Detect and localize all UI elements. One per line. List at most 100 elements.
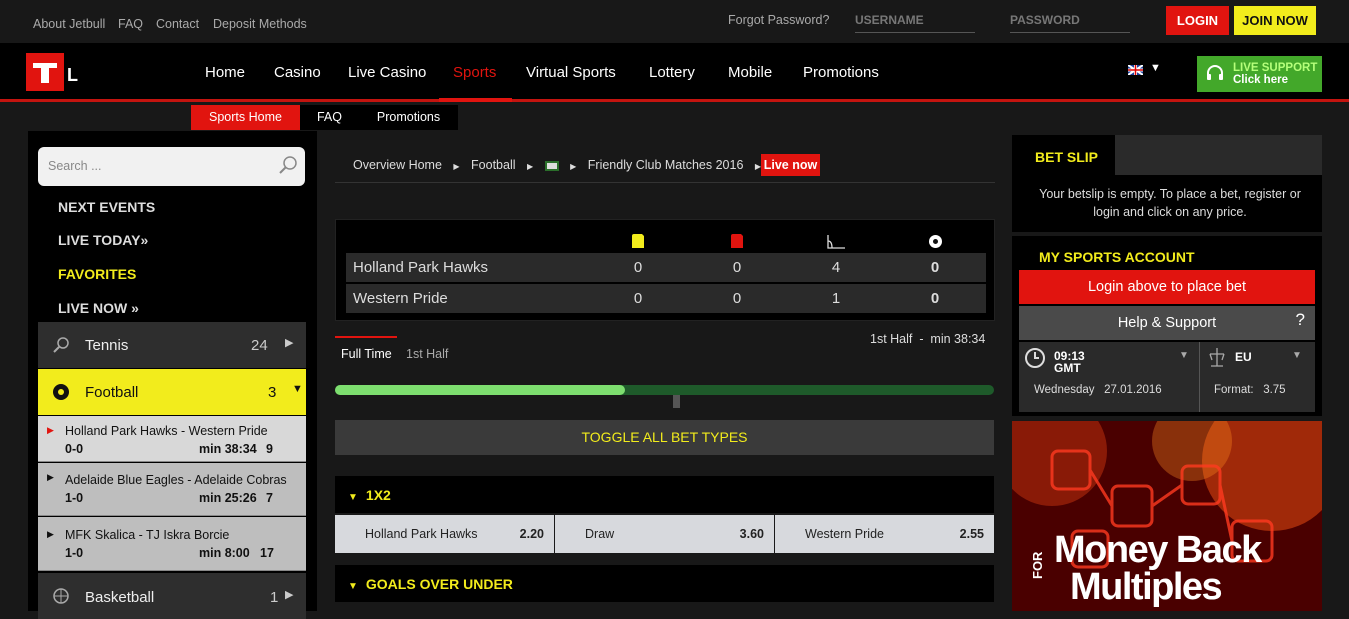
yellow-cards: 0	[633, 290, 643, 307]
subnav-promotions[interactable]: Promotions	[359, 105, 458, 130]
next-events-link[interactable]: NEXT EVENTS	[58, 199, 155, 215]
breadcrumb-separator-icon: ▶	[453, 162, 460, 171]
breadcrumb: Overview Home ▶ Football ▶ ▶ Friendly Cl…	[353, 158, 769, 172]
help-support-button[interactable]: Help & Support ?	[1019, 306, 1315, 340]
bet-slip-tab-bar	[1115, 135, 1322, 175]
promo-for: FOR	[1030, 551, 1045, 579]
live-now-link[interactable]: LIVE NOW »	[58, 300, 139, 316]
svg-text:L: L	[67, 65, 78, 85]
market-header-1x2[interactable]: ▼ 1X2	[335, 476, 994, 513]
bet-slip-title: BET SLIP	[1035, 149, 1099, 165]
contact-link[interactable]: Contact	[156, 17, 199, 31]
sport-tennis[interactable]: Tennis 24 ▶	[38, 322, 306, 368]
left-sidebar: Search ... NEXT EVENTS LIVE TODAY» FAVOR…	[28, 131, 317, 619]
chevron-down-icon: ▼	[348, 581, 358, 592]
search-placeholder: Search ...	[48, 159, 102, 173]
scoreboard: Holland Park Hawks 0 0 4 0 Western Pride…	[335, 219, 995, 321]
my-sports-account: MY SPORTS ACCOUNT Login above to place b…	[1012, 236, 1322, 416]
odds-format-dropdown-icon[interactable]: ▼	[1292, 350, 1302, 361]
nav-virtual-sports[interactable]: Virtual Sports	[526, 64, 616, 81]
date-value: Wednesday 27.01.2016	[1034, 384, 1162, 396]
sport-basketball[interactable]: Basketball 1 ▶	[38, 573, 306, 619]
nav-live-casino[interactable]: Live Casino	[348, 64, 426, 81]
divider	[335, 182, 995, 183]
live-support-title: LIVE SUPPORT	[1233, 62, 1318, 74]
goals: 0	[930, 290, 940, 307]
sport-name: Football	[85, 384, 139, 401]
chevron-right-icon: ▶	[285, 337, 294, 349]
odds-home[interactable]: Holland Park Hawks 2.20	[335, 515, 554, 553]
subnav-faq[interactable]: FAQ	[300, 105, 359, 130]
timezone[interactable]: GMT	[1054, 361, 1081, 375]
about-link[interactable]: About Jetbull	[33, 17, 105, 31]
half-time-marker	[673, 395, 680, 408]
forgot-password-link[interactable]: Forgot Password?	[728, 13, 829, 27]
login-button[interactable]: LOGIN	[1166, 6, 1229, 35]
odds-draw[interactable]: Draw 3.60	[555, 515, 774, 553]
promo-line-2: Multiples	[1070, 566, 1223, 608]
sport-football[interactable]: Football 3 ▼	[38, 369, 306, 415]
odds-region[interactable]: EU	[1235, 350, 1252, 364]
odds-format: Format: 3.75	[1214, 384, 1286, 396]
toggle-all-bet-types-button[interactable]: TOGGLE ALL BET TYPES	[335, 420, 994, 455]
deposit-methods-link[interactable]: Deposit Methods	[213, 17, 307, 31]
login-to-bet-button[interactable]: Login above to place bet	[1019, 270, 1315, 304]
search-input[interactable]: Search ...	[38, 147, 305, 186]
match-item[interactable]: ▶ Adelaide Blue Eagles - Adelaide Cobras…	[38, 463, 306, 516]
red-cards: 0	[732, 290, 742, 307]
match-time: min 25:26	[199, 491, 257, 505]
sport-count: 3	[268, 384, 277, 401]
breadcrumb-football[interactable]: Football	[471, 158, 515, 172]
breadcrumb-overview[interactable]: Overview Home	[353, 158, 442, 172]
tab-full-time[interactable]: Full Time	[341, 347, 392, 361]
match-item[interactable]: ▶ MFK Skalica - TJ Iskra Borcie 1-0 min …	[38, 517, 306, 571]
chevron-down-icon: ▼	[292, 383, 303, 395]
live-support-button[interactable]: LIVE SUPPORT Click here	[1197, 56, 1322, 92]
language-dropdown-icon[interactable]: ▼	[1150, 62, 1161, 74]
jetbull-logo[interactable]: L	[26, 53, 86, 91]
clock-icon	[1025, 348, 1045, 368]
nav-casino[interactable]: Casino	[274, 64, 321, 81]
goal-ball-icon	[929, 235, 942, 248]
tab-first-half[interactable]: 1st Half	[406, 347, 448, 361]
odds-label: Holland Park Hawks	[365, 527, 478, 541]
market-header-goals[interactable]: ▼ GOALS OVER UNDER	[335, 565, 994, 602]
corners: 1	[831, 290, 841, 307]
search-icon[interactable]	[278, 155, 298, 175]
match-progress-fill	[335, 385, 625, 395]
faq-link[interactable]: FAQ	[118, 17, 143, 31]
match-title: Holland Park Hawks - Western Pride	[65, 424, 268, 438]
corner-flag-icon	[827, 235, 845, 249]
breadcrumb-separator-icon: ▶	[570, 162, 577, 171]
match-item[interactable]: ▶ Holland Park Hawks - Western Pride 0-0…	[38, 416, 306, 462]
odds-label: Western Pride	[805, 527, 884, 541]
uk-flag-icon[interactable]	[1128, 65, 1143, 75]
match-markets-count: 7	[266, 491, 273, 505]
team-name: Western Pride	[353, 290, 448, 307]
divider	[1199, 342, 1200, 412]
odds-row: Holland Park Hawks 2.20 Draw 3.60 Wester…	[335, 515, 994, 553]
nav-promotions[interactable]: Promotions	[803, 64, 879, 81]
bet-slip-tab[interactable]: BET SLIP	[1012, 135, 1115, 175]
favorites-link[interactable]: FAVORITES	[58, 266, 136, 282]
live-today-link[interactable]: LIVE TODAY»	[58, 232, 148, 248]
timezone-dropdown-icon[interactable]: ▼	[1179, 350, 1189, 361]
main-nav: L Home Casino Live Casino Sports Virtual…	[0, 43, 1349, 102]
nav-home[interactable]: Home	[205, 64, 245, 81]
match-title: Adelaide Blue Eagles - Adelaide Cobras	[65, 473, 287, 487]
nav-lottery[interactable]: Lottery	[649, 64, 695, 81]
nav-sports[interactable]: Sports	[453, 64, 496, 81]
breadcrumb-competition[interactable]: Friendly Club Matches 2016	[588, 158, 744, 172]
nav-mobile[interactable]: Mobile	[728, 64, 772, 81]
question-icon: ?	[1295, 310, 1305, 329]
event-panel: Overview Home ▶ Football ▶ ▶ Friendly Cl…	[335, 131, 995, 611]
join-button[interactable]: JOIN NOW	[1234, 6, 1316, 35]
match-time: min 38:34	[199, 442, 257, 456]
password-field[interactable]: PASSWORD	[1010, 8, 1130, 33]
odds-away[interactable]: Western Pride 2.55	[775, 515, 994, 553]
money-back-promo-banner[interactable]: Money Back FOR Multiples	[1012, 421, 1322, 611]
subnav-sports-home[interactable]: Sports Home	[191, 105, 300, 130]
chevron-right-icon: ▶	[285, 589, 294, 601]
username-field[interactable]: USERNAME	[855, 8, 975, 33]
play-icon: ▶	[47, 529, 54, 539]
